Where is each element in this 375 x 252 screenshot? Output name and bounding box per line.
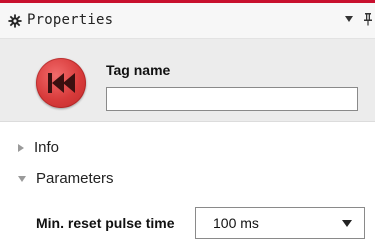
chevron-down-icon[interactable]	[345, 16, 353, 22]
properties-panel: Properties Tag name Info Parameters Min.…	[0, 0, 375, 252]
gear-icon	[8, 14, 22, 28]
tag-name-input[interactable]	[106, 87, 358, 111]
chevron-down-icon	[18, 176, 26, 183]
panel-titlebar: Properties	[0, 3, 375, 39]
section-parameters-label: Parameters	[36, 170, 114, 187]
select-value: 100 ms	[213, 215, 259, 231]
reset-button[interactable]	[36, 58, 86, 108]
section-info-label: Info	[34, 139, 60, 156]
min-reset-pulse-time-select[interactable]: 100 ms	[195, 207, 365, 239]
section-info[interactable]: Info	[18, 139, 59, 156]
min-reset-pulse-time-label: Min. reset pulse time	[36, 215, 175, 231]
tag-name-label: Tag name	[106, 62, 171, 78]
skip-back-icon	[48, 73, 75, 93]
chevron-right-icon	[18, 144, 24, 153]
panel-title: Properties	[27, 12, 114, 28]
dropdown-arrow-icon	[342, 220, 352, 227]
section-parameters[interactable]: Parameters	[18, 170, 114, 187]
pin-icon[interactable]	[362, 12, 374, 26]
